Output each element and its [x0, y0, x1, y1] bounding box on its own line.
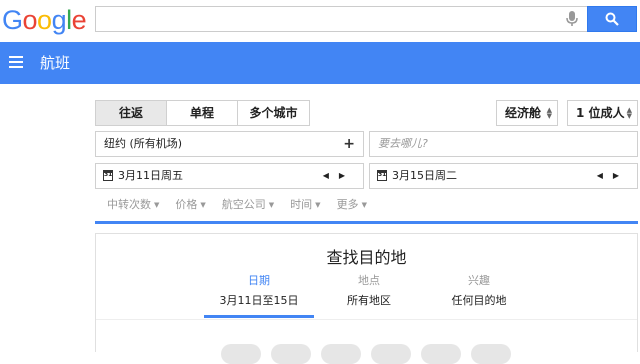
- tab-label: 地点: [358, 274, 380, 287]
- trip-type-round-trip[interactable]: 往返: [96, 101, 167, 125]
- chevron-down-icon: ▼: [200, 201, 206, 209]
- destination-chip[interactable]: [371, 344, 411, 364]
- add-origin-icon[interactable]: +: [343, 132, 355, 156]
- origin-field[interactable]: 纽约 (所有机场) +: [95, 131, 364, 157]
- search-button[interactable]: [587, 6, 637, 32]
- active-tab-indicator: [204, 315, 314, 318]
- chevron-down-icon: ▼: [361, 201, 367, 209]
- tab-value: 所有地区: [347, 294, 391, 307]
- filter-more[interactable]: 更多 ▼: [337, 196, 367, 212]
- page-title: 航班: [40, 54, 71, 72]
- logo-letter: G: [2, 5, 23, 35]
- filter-bar: 中转次数 ▼ 价格 ▼ 航空公司 ▼ 时间 ▼ 更多 ▼: [107, 196, 383, 212]
- logo-letter: o: [22, 5, 38, 35]
- return-date-field[interactable]: 31 3月15日周二 ◀▶: [369, 163, 638, 189]
- passenger-label: 1 位成人: [576, 106, 625, 120]
- explore-destinations-card: 查找目的地 日期 3月11日至15日 地点 所有地区 兴趣 任何目的地: [95, 233, 638, 364]
- filter-label: 价格: [175, 198, 198, 211]
- filter-label: 中转次数: [107, 198, 151, 211]
- destination-chip[interactable]: [321, 344, 361, 364]
- logo-letter: o: [37, 5, 52, 35]
- hamburger-menu-icon[interactable]: [9, 56, 23, 68]
- passenger-select[interactable]: 1 位成人 ▲ ▼: [567, 100, 638, 126]
- destination-chip[interactable]: [271, 344, 311, 364]
- up-down-arrow-icon: ▲ ▼: [546, 106, 552, 120]
- google-logo[interactable]: Google: [2, 5, 87, 35]
- tab-location[interactable]: 地点 所有地区: [314, 274, 424, 308]
- chevron-down-icon: ▼: [268, 201, 275, 209]
- divider: [95, 221, 638, 224]
- origin-value: 纽约 (所有机场): [104, 137, 183, 150]
- destination-chip[interactable]: [221, 344, 261, 364]
- filter-label: 航空公司: [221, 198, 266, 211]
- app-header: 航班: [0, 42, 640, 84]
- divider: [96, 319, 637, 320]
- tab-label: 日期: [248, 274, 270, 287]
- trip-type-multi-city[interactable]: 多个城市: [238, 101, 309, 125]
- calendar-icon: 31: [377, 170, 387, 181]
- trip-type-one-way[interactable]: 单程: [167, 101, 238, 125]
- destination-placeholder: 要去哪儿?: [378, 137, 428, 150]
- destination-chip[interactable]: [471, 344, 511, 364]
- trip-type-selector: 往返 单程 多个城市: [95, 100, 310, 126]
- search-input[interactable]: [95, 6, 587, 32]
- depart-date-field[interactable]: 31 3月11日周五 ◀▶: [95, 163, 364, 189]
- tab-label: 兴趣: [468, 274, 490, 287]
- up-down-arrow-icon: ▲ ▼: [626, 106, 632, 120]
- top-bar: Google: [0, 0, 640, 42]
- filter-stops[interactable]: 中转次数 ▼: [107, 196, 159, 212]
- card-title: 查找目的地: [326, 248, 407, 267]
- cabin-class-label: 经济舱: [505, 106, 542, 120]
- destination-field[interactable]: 要去哪儿?: [369, 131, 638, 157]
- cabin-class-select[interactable]: 经济舱 ▲ ▼: [496, 100, 558, 126]
- filter-label: 时间: [290, 198, 313, 211]
- search-icon: [605, 12, 619, 26]
- logo-letter: g: [51, 5, 67, 35]
- return-date-value: 3月15日周二: [392, 169, 457, 182]
- logo-letter: e: [71, 5, 87, 35]
- chevron-down-icon: ▼: [154, 201, 160, 209]
- tab-value: 任何目的地: [451, 294, 507, 307]
- filter-price[interactable]: 价格 ▼: [175, 196, 205, 212]
- tab-value: 3月11日至15日: [219, 294, 299, 307]
- chevron-down-icon: ▼: [315, 201, 321, 209]
- date-prev-next-icon[interactable]: ◀▶: [323, 164, 355, 188]
- filter-label: 更多: [336, 198, 359, 211]
- microphone-icon[interactable]: [564, 10, 580, 28]
- depart-date-value: 3月11日周五: [118, 169, 183, 182]
- filter-airline[interactable]: 航空公司 ▼: [222, 196, 274, 212]
- tab-dates[interactable]: 日期 3月11日至15日: [204, 274, 314, 308]
- filter-time[interactable]: 时间 ▼: [290, 196, 320, 212]
- calendar-icon: 31: [103, 170, 113, 181]
- destination-chip[interactable]: [421, 344, 461, 364]
- tab-interests[interactable]: 兴趣 任何目的地: [424, 274, 534, 308]
- date-prev-next-icon[interactable]: ◀▶: [597, 164, 629, 188]
